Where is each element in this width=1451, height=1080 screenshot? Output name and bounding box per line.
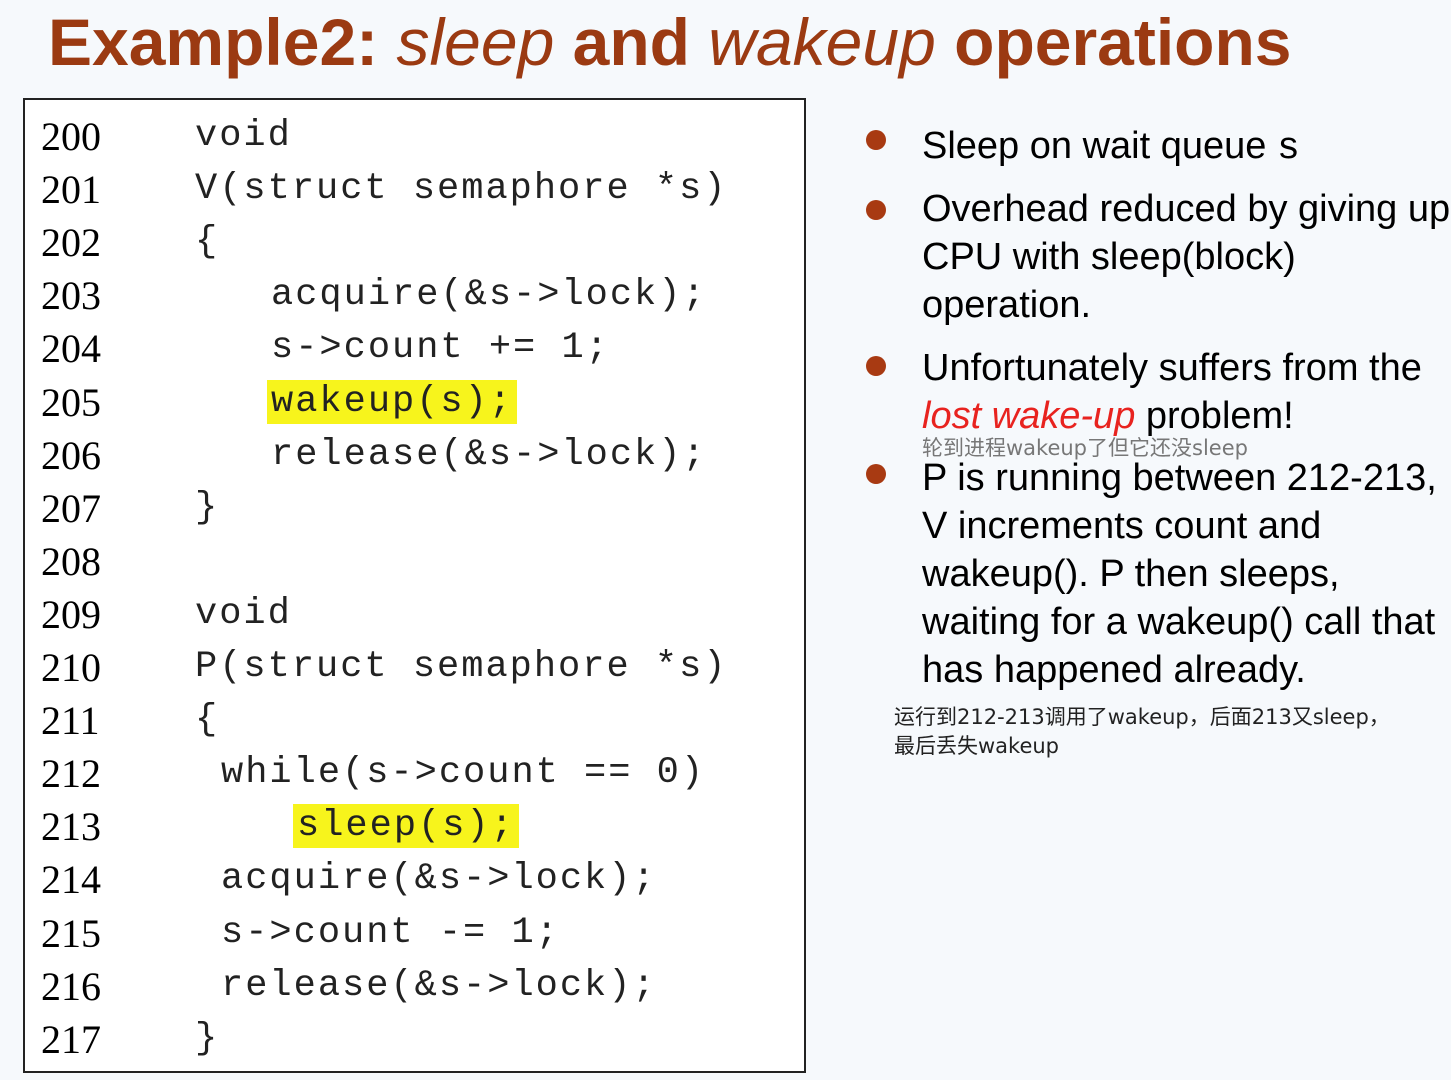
bullet-4-text: P is running between 212-213, V incremen… — [922, 457, 1437, 691]
slide-title: Example2: sleep and wakeup operations — [48, 4, 1292, 80]
code-text: void — [195, 115, 292, 157]
code-text: V(struct semaphore *s) — [195, 168, 728, 211]
code-text: { — [195, 221, 220, 264]
line-number: 207 — [41, 485, 101, 531]
line-number: 205 — [41, 379, 101, 425]
code-text: } — [195, 1017, 220, 1060]
title-and: and — [554, 5, 709, 79]
line-number: 217 — [41, 1016, 101, 1062]
bullet-3-pre: Unfortunately suffers from the — [922, 347, 1422, 389]
title-suffix: operations — [935, 5, 1292, 79]
highlighted-code-text: sleep(s); — [293, 804, 519, 849]
code-line: 215 s->count -= 1; — [25, 907, 804, 960]
annotation-note-2-line2: 最后丢失wakeup — [894, 734, 1060, 758]
code-line: 201 V(struct semaphore *s) — [25, 163, 804, 216]
bullet-3-post: problem! — [1135, 395, 1294, 437]
line-number: 203 — [41, 273, 101, 319]
code-text: { — [195, 699, 220, 742]
code-text: P(struct semaphore *s) — [195, 646, 728, 688]
lost-wakeup-text: lost wake-up — [922, 395, 1136, 437]
code-listing: 200 void 201 V(struct semaphore *s) 202 {203 a… — [23, 98, 806, 1073]
code-line: 208 — [25, 535, 804, 588]
title-prefix: Example2: — [48, 5, 397, 79]
code-line: 209 void — [25, 588, 804, 641]
code-line: 217} — [25, 1013, 804, 1066]
code-text: } — [195, 486, 220, 529]
code-text: acquire(&s->lock); — [271, 274, 707, 317]
annotation-note-1: 轮到进程wakeup了但它还没sleep — [922, 436, 1248, 460]
code-text: release(&s->lock); — [221, 964, 657, 1007]
code-text: acquire(&s->lock); — [221, 858, 657, 901]
bullet-text: Sleep on wait queue s — [922, 122, 1451, 173]
title-sleep: sleep — [396, 5, 555, 79]
line-number: 200 — [41, 114, 101, 159]
line-number: 213 — [41, 804, 101, 850]
bullet-dot-icon — [866, 130, 886, 150]
annotation-note-2-line1: 运行到212-213调用了wakeup，后面213又sleep， — [894, 705, 1390, 729]
line-number: 204 — [41, 326, 101, 372]
code-line: 216 release(&s->lock); — [25, 960, 804, 1013]
line-number: 206 — [41, 432, 101, 478]
line-number: 215 — [41, 910, 101, 956]
bullet-dot-icon — [866, 200, 886, 220]
bullet-1-text: Sleep on wait queue — [922, 125, 1277, 167]
line-number: 212 — [41, 751, 101, 797]
code-line: 206 release(&s->lock); — [25, 429, 804, 482]
code-line: 213 sleep(s); — [25, 800, 804, 853]
code-line: 205 wakeup(s); — [25, 376, 804, 429]
line-number: 211 — [41, 698, 100, 744]
code-line: 214 acquire(&s->lock); — [25, 853, 804, 906]
annotation-note-2: 运行到212-213调用了wakeup，后面213又sleep， 最后丢失wak… — [894, 703, 1390, 761]
code-line: 200 void — [25, 110, 804, 163]
code-line: 203 acquire(&s->lock); — [25, 269, 804, 322]
code-text: s->count -= 1; — [221, 911, 560, 954]
line-number: 216 — [41, 963, 101, 1009]
line-number: 208 — [41, 538, 101, 584]
code-text: while(s->count == 0) — [221, 752, 706, 795]
bullet-1-code: s — [1276, 127, 1300, 170]
line-number: 214 — [41, 857, 101, 903]
code-line: 204 s->count += 1; — [25, 322, 804, 375]
title-wakeup: wakeup — [708, 5, 936, 79]
code-text: release(&s->lock); — [271, 433, 707, 476]
code-text: void — [195, 592, 292, 635]
line-number: 201 — [41, 167, 101, 213]
bullet-dot-icon — [866, 356, 886, 376]
line-number: 202 — [41, 220, 101, 266]
code-line: 202 { — [25, 216, 804, 269]
code-text: s->count += 1; — [271, 327, 610, 370]
bullet-2-text: Overhead reduced by giving up CPU with s… — [922, 188, 1451, 326]
code-line: 210 P(struct semaphore *s) — [25, 641, 804, 694]
bullet-text: Unfortunately suffers from the lost wake… — [922, 344, 1451, 440]
code-line: 207} — [25, 482, 804, 535]
bullet-dot-icon — [866, 464, 886, 484]
line-number: 210 — [41, 645, 101, 690]
highlighted-code-text: wakeup(s); — [267, 379, 518, 424]
line-number: 209 — [41, 591, 101, 637]
code-line: 211 { — [25, 694, 804, 747]
code-line: 212 while(s->count == 0) — [25, 747, 804, 800]
